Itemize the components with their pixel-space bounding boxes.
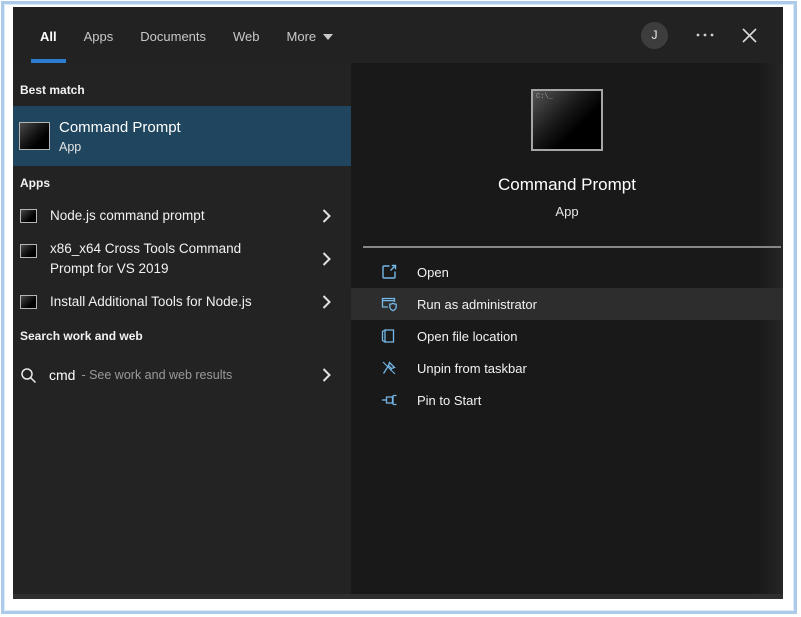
chevron-right-icon[interactable] <box>322 209 331 223</box>
chevron-right-icon[interactable] <box>322 295 331 309</box>
unpin-from-taskbar-icon <box>381 360 398 376</box>
filter-tabs: All Apps Documents Web More <box>13 7 351 63</box>
tab-documents[interactable]: Documents <box>131 7 215 63</box>
tab-apps[interactable]: Apps <box>75 7 123 63</box>
run-as-admin-icon <box>381 296 398 312</box>
list-item-install-additional-tools[interactable]: Install Additional Tools for Node.js <box>13 285 351 319</box>
ellipsis-icon[interactable] <box>696 32 714 38</box>
action-pin-to-start[interactable]: Pin to Start <box>351 384 783 416</box>
search-query: cmd <box>49 367 75 383</box>
best-match-subtitle: App <box>59 140 181 154</box>
pin-to-start-icon <box>381 393 398 407</box>
tab-web[interactable]: Web <box>224 7 269 63</box>
apps-header: Apps <box>13 166 351 199</box>
command-prompt-icon <box>19 122 50 150</box>
tab-all[interactable]: All <box>31 7 66 63</box>
action-label: Open file location <box>417 329 517 344</box>
action-open[interactable]: Open <box>351 256 783 288</box>
action-label: Run as administrator <box>417 297 537 312</box>
search-filter-bar: All Apps Documents Web More J <box>13 7 783 63</box>
tab-apps-label: Apps <box>84 29 114 44</box>
preview-panel: C:\_ Command Prompt App Open <box>351 63 783 599</box>
action-label: Open <box>417 265 449 280</box>
list-item-label: Install Additional Tools for Node.js <box>50 292 252 312</box>
best-match-item[interactable]: Command Prompt App <box>13 106 351 166</box>
best-match-header: Best match <box>13 73 351 106</box>
action-run-as-administrator[interactable]: Run as administrator <box>351 288 783 320</box>
tab-all-label: All <box>40 29 57 44</box>
action-unpin-from-taskbar[interactable]: Unpin from taskbar <box>351 352 783 384</box>
search-icon <box>20 367 37 384</box>
command-prompt-icon <box>20 295 37 309</box>
list-item-label: x86_x64 Cross Tools Command Prompt for V… <box>50 239 285 278</box>
tab-more-label: More <box>287 29 317 44</box>
tab-more[interactable]: More <box>278 7 343 63</box>
command-prompt-icon: C:\_ <box>531 89 603 151</box>
divider <box>363 246 781 248</box>
command-prompt-icon <box>20 244 37 258</box>
list-item-label: Node.js command prompt <box>50 206 205 226</box>
titlebar-controls: J <box>641 7 783 63</box>
search-results-area: Best match Command Prompt App Apps Node.… <box>13 63 783 599</box>
document-canvas: All Apps Documents Web More J Best match <box>0 0 801 617</box>
preview-subtitle: App <box>351 204 783 219</box>
preview-title: Command Prompt <box>351 175 783 195</box>
avatar[interactable]: J <box>641 22 668 49</box>
windows-search-window: All Apps Documents Web More J Best match <box>13 7 783 599</box>
action-open-file-location[interactable]: Open file location <box>351 320 783 352</box>
tab-web-label: Web <box>233 29 260 44</box>
chevron-down-icon <box>323 34 333 40</box>
results-list-panel: Best match Command Prompt App Apps Node.… <box>13 63 351 599</box>
list-item-web-search-cmd[interactable]: cmd - See work and web results <box>13 358 351 392</box>
action-label: Pin to Start <box>417 393 481 408</box>
open-icon <box>381 264 398 280</box>
close-icon[interactable] <box>742 28 757 43</box>
list-item-nodejs-command-prompt[interactable]: Node.js command prompt <box>13 199 351 233</box>
search-hint: - See work and web results <box>81 368 232 382</box>
best-match-title: Command Prompt <box>59 119 181 136</box>
command-prompt-icon <box>20 209 37 223</box>
tab-documents-label: Documents <box>140 29 206 44</box>
search-web-header: Search work and web <box>13 319 351 352</box>
action-label: Unpin from taskbar <box>417 361 527 376</box>
chevron-right-icon[interactable] <box>322 368 331 382</box>
open-file-location-icon <box>381 328 398 344</box>
list-item-x86-x64-cross-tools[interactable]: x86_x64 Cross Tools Command Prompt for V… <box>13 233 351 285</box>
chevron-right-icon[interactable] <box>322 252 331 266</box>
